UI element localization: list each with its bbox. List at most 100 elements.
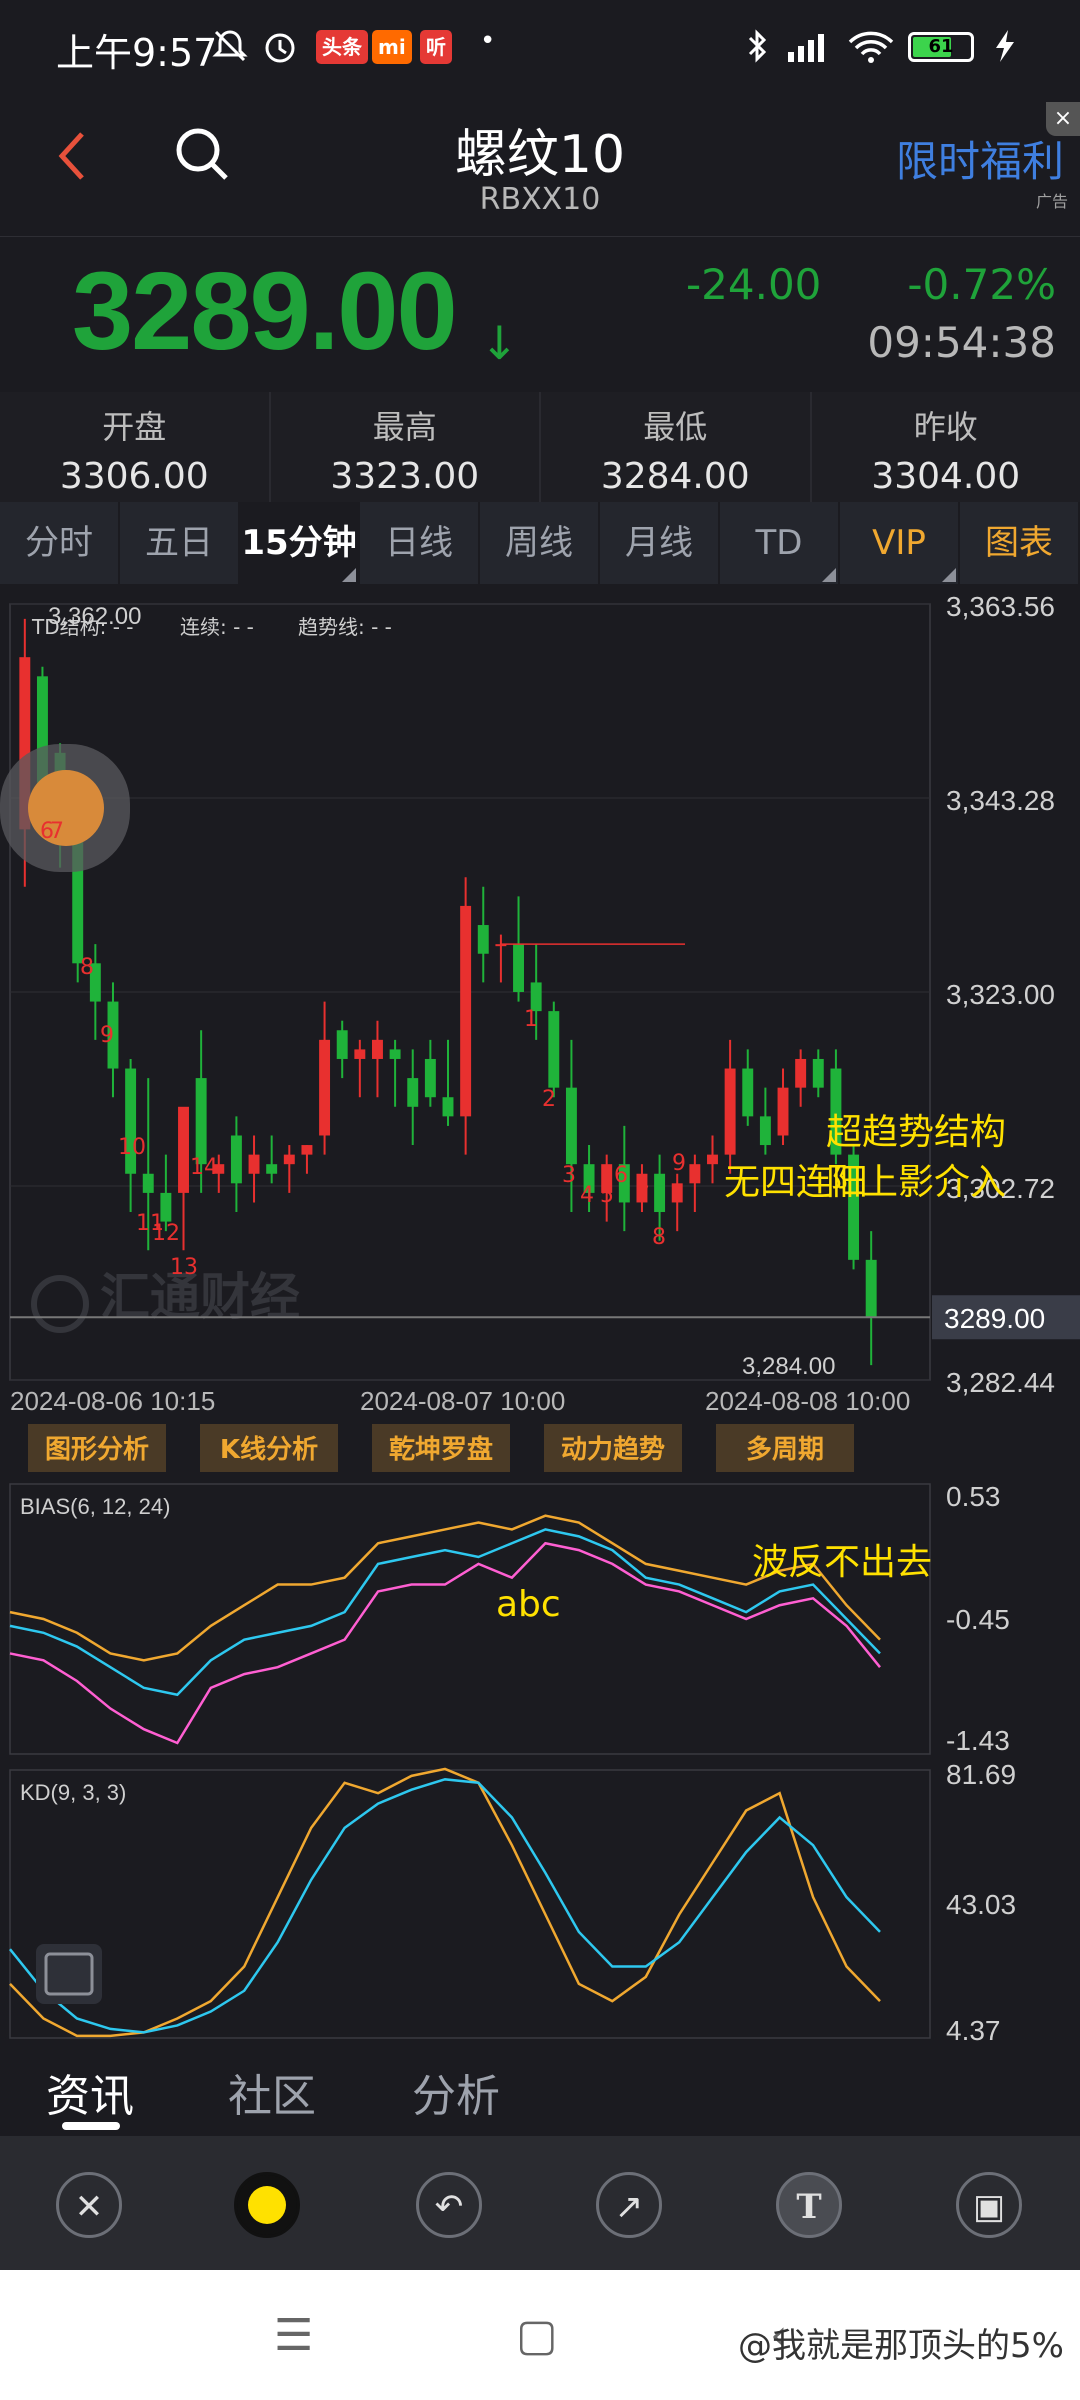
y-tick-label: 3,343.28 <box>946 785 1055 816</box>
stat-label: 昨收 <box>913 408 978 446</box>
candle-body <box>724 1068 736 1155</box>
tab-news[interactable]: 资讯 <box>46 2060 134 2124</box>
tab-five-day[interactable]: 五日 <box>120 502 240 584</box>
tab-daily[interactable]: 日线 <box>360 502 480 584</box>
app-badge-mi: mi <box>372 30 412 64</box>
dropdown-corner-icon <box>942 568 956 582</box>
candle-body <box>654 1173 666 1213</box>
stat-label: 开盘 <box>102 408 167 446</box>
undo-icon[interactable]: ↶ <box>416 2172 482 2238</box>
candle-body <box>548 1011 560 1088</box>
candle-body <box>248 1154 260 1174</box>
bell-off-icon <box>212 30 248 62</box>
chart-annotation: abc <box>496 1584 561 1625</box>
clock: 上午9:57 <box>56 31 218 75</box>
tab-monthly[interactable]: 月线 <box>600 502 720 584</box>
quote-stats: 开盘 3306.00 最高 3323.00 最低 3284.00 昨收 3304.00 <box>0 392 1080 502</box>
wifi-icon <box>848 31 894 63</box>
current-price-tag-text: 3289.00 <box>944 1303 1045 1334</box>
candle-body <box>424 1058 436 1098</box>
tab-analysis[interactable]: 分析 <box>412 2060 500 2124</box>
candle-body <box>865 1259 877 1318</box>
kd-series-line <box>9 1778 881 2034</box>
home-icon[interactable]: ▢ <box>516 2310 558 2361</box>
td-count-label: 13 <box>170 1255 198 1280</box>
candle-body <box>142 1173 154 1193</box>
ad-close-button[interactable]: × <box>1046 102 1080 136</box>
x-tick-label: 2024-08-08 10:00 <box>705 1386 910 1416</box>
stat-label: 最低 <box>643 408 708 446</box>
battery-icon: 61 <box>908 32 974 62</box>
color-dot-icon[interactable] <box>234 2172 300 2238</box>
watermark: @我就是那顶头的5% <box>738 2326 1064 2366</box>
tab-vip[interactable]: VIP <box>840 502 960 584</box>
analysis-tool-label: 多周期 <box>746 1435 824 1465</box>
stat-value: 3284.00 <box>600 456 750 497</box>
content-tabs: 资讯 社区 分析 <box>0 2046 1080 2136</box>
stat-label: 最高 <box>372 408 437 446</box>
tab-td[interactable]: TD <box>720 502 840 584</box>
kd-y-tick: 4.37 <box>946 2015 1001 2046</box>
divider <box>0 236 1080 237</box>
stat-prev-close: 昨收 3304.00 <box>812 392 1080 502</box>
tab-community[interactable]: 社区 <box>228 2060 316 2124</box>
candle-body <box>513 944 524 992</box>
quote-time: 09:54:38 <box>867 318 1056 367</box>
td-count-label: 1 <box>524 1007 538 1032</box>
down-arrow-icon: ↓ <box>480 316 519 370</box>
price-change: -24.00 <box>686 260 822 309</box>
text-icon[interactable]: T <box>776 2172 842 2238</box>
y-tick-label: 3,282.44 <box>946 1367 1055 1398</box>
candle-body <box>689 1164 701 1184</box>
candle-body <box>442 1097 454 1117</box>
candle-body <box>389 1049 401 1059</box>
analysis-tools: 图形分析 K线分析 乾坤罗盘 动力趋势 多周期 <box>28 1424 854 1472</box>
watermark-logo-icon <box>31 1275 89 1333</box>
candle-body <box>742 1068 754 1117</box>
td-count-label: 12 <box>152 1221 180 1246</box>
promo-link[interactable]: 限时福利 <box>896 128 1064 189</box>
x-tick-label: 2024-08-07 10:00 <box>360 1386 565 1416</box>
dropdown-corner-icon <box>342 568 356 582</box>
period-tabs: 分时 五日 15分钟 日线 周线 月线 TD VIP 图表 <box>0 502 1080 584</box>
candle-body <box>460 905 472 1117</box>
tab-label: 15分钟 <box>241 523 357 563</box>
bias-series-line <box>9 1541 881 1745</box>
chart-panel[interactable]: 3,363.563,343.283,323.003,302.723,282.44… <box>0 584 1080 2046</box>
save-icon[interactable]: ▣ <box>956 2172 1022 2238</box>
kd-series-line <box>9 1767 881 2038</box>
candle-body <box>812 1058 824 1088</box>
td-count-label: 8 <box>80 955 94 980</box>
chart-annotation: 波反不出去 <box>752 1542 932 1583</box>
stat-low: 最低 3284.00 <box>541 392 812 502</box>
battery-level: 61 <box>928 36 954 57</box>
bias-series-line <box>9 1514 881 1662</box>
tab-weekly[interactable]: 周线 <box>480 502 600 584</box>
low-label: 3,284.00 <box>742 1353 835 1380</box>
drawing-toolbar: ✕ ↶ ↗ T ▣ <box>0 2136 1080 2270</box>
candle-body <box>372 1039 383 1059</box>
kd-frame <box>9 1769 931 2039</box>
stat-value: 3304.00 <box>871 456 1021 497</box>
candle-body <box>477 925 489 954</box>
kd-y-tick: 81.69 <box>946 1759 1016 1790</box>
candle-body <box>707 1154 718 1165</box>
candle-body <box>301 1145 313 1155</box>
analysis-tool-label: 动力趋势 <box>561 1435 665 1465</box>
arrow-icon[interactable]: ↗ <box>596 2172 662 2238</box>
candle-body <box>283 1154 295 1165</box>
td-count-label: 8 <box>652 1225 666 1250</box>
tab-15min[interactable]: 15分钟 <box>240 502 360 584</box>
candle-body <box>795 1058 807 1088</box>
candle-body <box>407 1078 419 1107</box>
bias-y-tick: 0.53 <box>946 1481 1001 1512</box>
tab-charts[interactable]: 图表 <box>960 502 1080 584</box>
td-count-label: 4 <box>580 1183 594 1208</box>
ad-tag: 广告 <box>1035 192 1068 211</box>
menu-icon[interactable]: ☰ <box>274 2310 313 2361</box>
close-icon[interactable]: ✕ <box>56 2172 122 2238</box>
last-price: 3289.00 <box>72 250 458 373</box>
td-count-label: 10 <box>118 1135 146 1160</box>
tab-intraday[interactable]: 分时 <box>0 502 120 584</box>
alarm-icon <box>265 33 295 63</box>
